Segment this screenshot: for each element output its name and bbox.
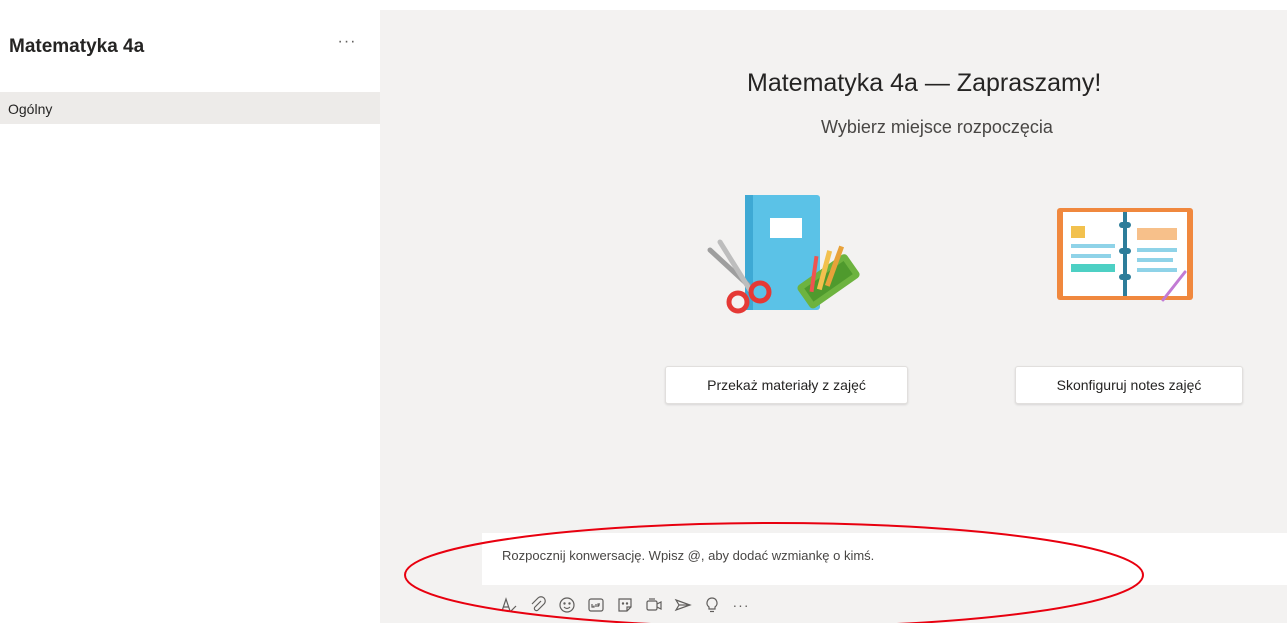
gif-icon[interactable] [587, 596, 605, 614]
welcome-title: Matematyka 4a — Zapraszamy! [747, 69, 1102, 97]
format-icon[interactable] [500, 596, 518, 614]
welcome-subtitle: Wybierz miejsce rozpoczęcia [821, 117, 1053, 137]
compose-input[interactable] [502, 548, 1202, 563]
meet-icon[interactable] [645, 596, 663, 614]
sticker-icon[interactable] [616, 596, 634, 614]
channel-main: Matematyka 4a — Zapraszamy! Wybierz miej… [380, 10, 1287, 623]
team-more-options-icon[interactable]: ··· [336, 34, 358, 54]
bulb-icon[interactable] [703, 596, 721, 614]
attach-icon[interactable] [529, 596, 547, 614]
compose-box[interactable] [482, 533, 1287, 585]
emoji-icon[interactable] [558, 596, 576, 614]
team-sidebar: Matematyka 4a ··· Ogólny [0, 0, 380, 623]
set-up-class-notebook-button[interactable]: Skonfiguruj notes zajęć [1015, 366, 1243, 404]
more-icon[interactable]: ··· [732, 596, 750, 614]
class-materials-illustration [707, 195, 860, 314]
compose-toolbar: ··· [500, 594, 761, 616]
channel-item-general[interactable]: Ogólny [0, 92, 380, 124]
share-class-materials-button[interactable]: Przekaż materiały z zajęć [665, 366, 908, 404]
praise-icon[interactable] [674, 596, 692, 614]
class-notebook-illustration [1057, 208, 1193, 302]
teams-window: Matematyka 4a ··· Ogólny Matematyka 4a —… [0, 0, 1287, 623]
team-name: Matematyka 4a [9, 36, 145, 57]
channel-label: Ogólny [8, 101, 53, 117]
